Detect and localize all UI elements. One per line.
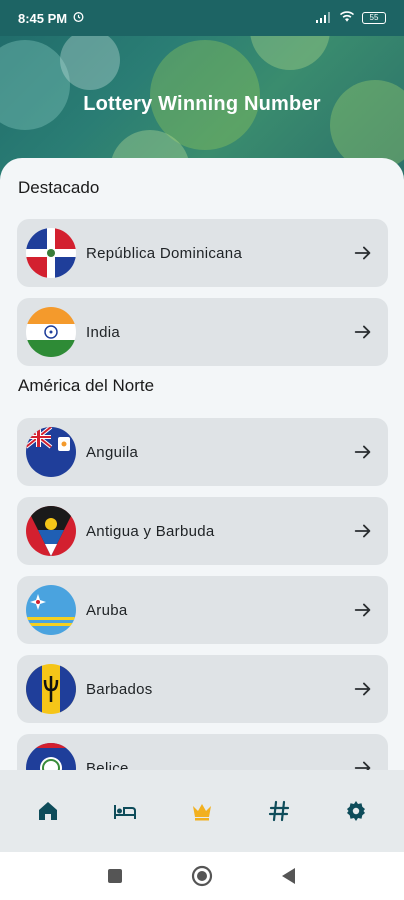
arrow-right-icon bbox=[354, 445, 371, 459]
list-item-india[interactable]: India bbox=[17, 298, 388, 366]
signal-icon bbox=[316, 11, 332, 26]
antigua-barbuda-flag-icon bbox=[26, 506, 76, 556]
bottom-navigation bbox=[0, 770, 404, 852]
arrow-right-icon bbox=[354, 325, 371, 339]
gear-icon bbox=[346, 801, 365, 821]
battery-icon: 55 bbox=[362, 12, 386, 24]
dominican-republic-flag-icon bbox=[26, 228, 76, 278]
list-item-anguilla[interactable]: Anguila bbox=[17, 418, 388, 486]
country-list[interactable]: Destacado República Dominicana India Amé… bbox=[0, 158, 404, 770]
section-title-north-america: América del Norte bbox=[18, 376, 155, 395]
belize-flag-icon bbox=[26, 743, 76, 770]
hash-icon bbox=[268, 800, 289, 822]
bed-icon bbox=[114, 805, 137, 819]
india-flag-icon bbox=[26, 307, 76, 357]
country-label: República Dominicana bbox=[86, 244, 243, 262]
anguilla-flag-icon bbox=[26, 427, 76, 477]
country-label: Anguila bbox=[86, 443, 139, 461]
alarm-icon bbox=[72, 10, 85, 26]
aruba-flag-icon bbox=[26, 585, 76, 635]
system-navigation-bar bbox=[0, 852, 404, 900]
home-icon bbox=[39, 802, 58, 820]
country-label: India bbox=[86, 323, 121, 341]
barbados-flag-icon bbox=[26, 664, 76, 714]
back-triangle-icon[interactable] bbox=[281, 867, 297, 885]
arrow-right-icon bbox=[354, 603, 371, 617]
recents-square-icon[interactable] bbox=[107, 868, 123, 884]
arrow-right-icon bbox=[354, 246, 371, 260]
arrow-right-icon bbox=[354, 761, 371, 770]
country-label: Barbados bbox=[86, 680, 153, 698]
nav-hash-button[interactable] bbox=[259, 791, 299, 831]
section-title-featured: Destacado bbox=[18, 178, 100, 197]
crown-icon bbox=[192, 804, 211, 821]
list-item-belize[interactable]: Belice bbox=[17, 734, 388, 770]
status-time: 8:45 PM bbox=[18, 10, 68, 26]
nav-bed-button[interactable] bbox=[105, 791, 145, 831]
list-item-barbados[interactable]: Barbados bbox=[17, 655, 388, 723]
list-item-antigua-barbuda[interactable]: Antigua y Barbuda bbox=[17, 497, 388, 565]
list-item-aruba[interactable]: Aruba bbox=[17, 576, 388, 644]
country-label: Antigua y Barbuda bbox=[86, 522, 215, 540]
wifi-icon bbox=[339, 10, 355, 26]
country-label: Belice bbox=[86, 759, 129, 771]
app-title: Lottery Winning Number bbox=[83, 93, 321, 115]
nav-home-button[interactable] bbox=[28, 791, 68, 831]
country-label: Aruba bbox=[86, 601, 128, 619]
list-item-dominican-republic[interactable]: República Dominicana bbox=[17, 219, 388, 287]
home-circle-icon[interactable] bbox=[191, 865, 213, 887]
arrow-right-icon bbox=[354, 524, 371, 538]
arrow-right-icon bbox=[354, 682, 371, 696]
status-bar: 8:45 PM 55 bbox=[0, 0, 404, 36]
nav-crown-button[interactable] bbox=[182, 791, 222, 831]
nav-settings-button[interactable] bbox=[336, 791, 376, 831]
